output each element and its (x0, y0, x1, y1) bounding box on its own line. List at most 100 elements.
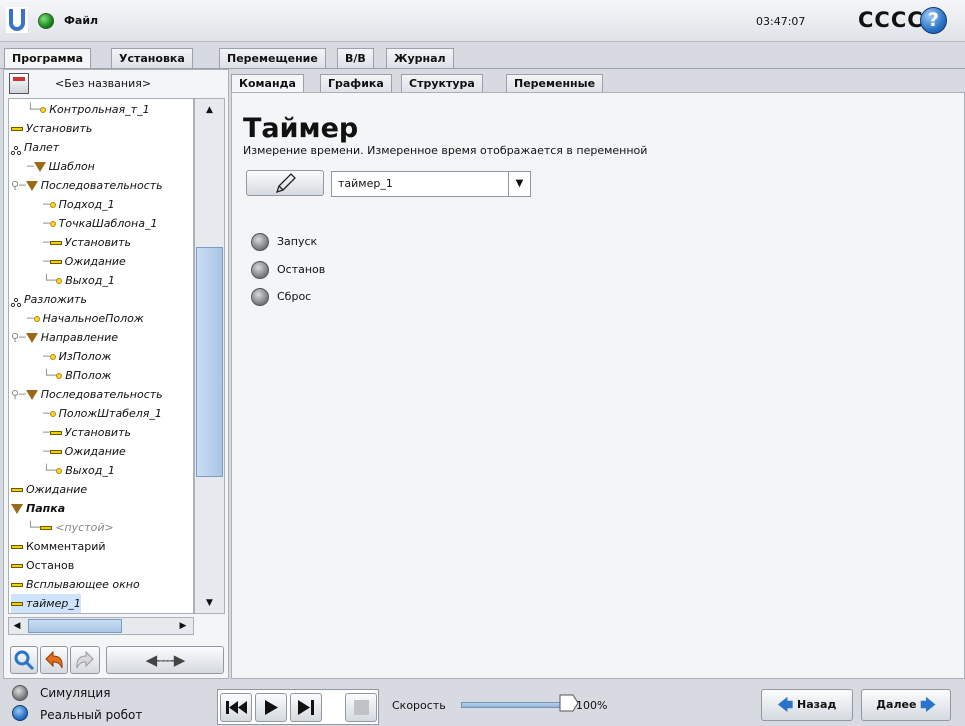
tree-node-label: Ожидание (64, 255, 126, 268)
command-node-icon (11, 602, 23, 606)
simulation-radio-icon[interactable] (12, 685, 28, 701)
tree-node[interactable]: ─ ТочкаШаблона_1 (43, 214, 157, 233)
tree-node-label: Последовательность (40, 388, 163, 401)
scroll-down-icon[interactable]: ▼ (196, 594, 223, 612)
tree-node[interactable]: Установить (11, 119, 92, 138)
command-node-icon (40, 526, 53, 530)
option-stop-label: Останов (277, 263, 326, 276)
tree-node-label: Выход_1 (65, 464, 115, 477)
tree-connector: ⚲─ (11, 179, 26, 192)
tree-node[interactable]: ─ ПоложШтабеля_1 (43, 404, 162, 423)
play-button[interactable] (255, 693, 287, 722)
tree-node-label: Папка (26, 502, 66, 515)
tree-node[interactable]: ⚲─ Последовательность (11, 385, 163, 404)
scroll-right-icon[interactable]: ▶ (176, 619, 190, 633)
tree-node[interactable]: ⚲─ Направление (11, 328, 118, 347)
tab-log[interactable]: Журнал (386, 48, 454, 68)
command-node-icon (49, 450, 62, 454)
stop-button[interactable] (345, 693, 377, 722)
speed-value: 100% (576, 699, 608, 712)
tree-connector: └─ (43, 464, 57, 477)
scroll-left-icon[interactable]: ◀ (10, 619, 24, 633)
tab-command[interactable]: Команда (231, 74, 304, 94)
save-program-icon[interactable] (9, 73, 29, 94)
radio-icon[interactable] (251, 288, 269, 306)
arrow-right-icon: 🡆 (920, 696, 936, 714)
pencil-icon (275, 173, 296, 194)
tree-node[interactable]: Разложить (10, 290, 87, 309)
tab-program[interactable]: Программа (4, 48, 92, 69)
tree-scroll-thumb[interactable] (196, 247, 223, 477)
robot-name: CCCC (858, 8, 924, 32)
tree-node[interactable]: Комментарий (11, 537, 106, 556)
tree-connector: └─ (43, 369, 57, 382)
tree-node[interactable]: ─ Подход_1 (43, 195, 115, 214)
file-menu[interactable]: Файл (64, 14, 98, 27)
undo-button[interactable] (40, 646, 68, 674)
tree-node[interactable]: └─ ВПолож (43, 366, 111, 385)
tree-node[interactable]: Всплывающее окно (11, 575, 140, 594)
tree-node[interactable]: Останов (11, 556, 74, 575)
redo-button[interactable] (70, 646, 100, 674)
tree-node[interactable]: ─ Установить (43, 423, 131, 442)
tree-node-label: ИзПолож (58, 350, 112, 363)
tree-node[interactable]: └─ Контрольная_т_1 (27, 100, 150, 119)
tree-connector: ─ (43, 198, 50, 211)
move-node-button[interactable]: ◀----▶ (106, 646, 224, 674)
search-button[interactable] (10, 646, 38, 674)
folder-node-icon (33, 162, 46, 172)
tree-node-label: Всплывающее окно (26, 578, 140, 591)
tree-node[interactable]: ─ Ожидание (43, 252, 126, 271)
tree-node[interactable]: ─ Установить (43, 233, 131, 252)
speed-slider[interactable] (461, 702, 569, 708)
skip-back-icon (226, 701, 247, 714)
back-button[interactable]: 🡄 Назад (761, 689, 853, 721)
folder-node-icon (11, 504, 23, 514)
tree-node[interactable]: ─ Ожидание (43, 442, 126, 461)
tree-node[interactable]: └─ <пустой> (27, 518, 114, 537)
tree-node[interactable]: Палет (10, 138, 59, 157)
tab-installation[interactable]: Установка (111, 48, 193, 68)
tree-node[interactable]: ⚲─ Последовательность (11, 176, 163, 195)
scroll-up-icon[interactable]: ▲ (196, 100, 223, 120)
clock: 03:47:07 (756, 15, 806, 28)
waypoint-icon (40, 107, 47, 113)
skip-to-start-button[interactable] (220, 693, 252, 722)
tree-connector: └─ (27, 103, 41, 116)
tab-variables[interactable]: Переменные (506, 74, 604, 93)
tab-move[interactable]: Перемещение (219, 48, 326, 68)
real-robot-radio-icon[interactable] (12, 705, 28, 721)
tree-node-label: Подход_1 (58, 198, 115, 211)
radio-icon[interactable] (251, 261, 269, 279)
edit-variable-button[interactable] (246, 170, 324, 196)
tree-node[interactable]: ─ НачальноеПолож (27, 309, 144, 328)
next-button[interactable]: Далее 🡆 (861, 689, 951, 721)
folder-node-icon (25, 181, 38, 191)
simulation-label[interactable]: Симуляция (40, 686, 110, 700)
tree-node[interactable]: └─ Выход_1 (43, 461, 115, 480)
tree-node[interactable]: Папка (11, 499, 65, 518)
pallet-icon (10, 295, 22, 308)
tab-graphics[interactable]: Графика (320, 74, 392, 93)
tree-node-label: Шаблон (48, 160, 95, 173)
chevron-down-icon[interactable]: ▼ (508, 172, 530, 196)
tree-connector: ─ (43, 236, 50, 249)
tab-structure[interactable]: Структура (401, 74, 483, 93)
tree-node[interactable]: таймер_1 (11, 594, 81, 613)
tab-io[interactable]: В/В (337, 48, 374, 68)
tree-connector: ─ (43, 445, 50, 458)
program-tree[interactable]: └─ Контрольная_т_1 Установить Палет ─ Шаблон ⚲… (8, 98, 194, 614)
tree-hscroll-thumb[interactable] (28, 619, 122, 633)
step-button[interactable] (290, 693, 322, 722)
tree-node[interactable]: ─ ИзПолож (43, 347, 111, 366)
radio-icon[interactable] (251, 233, 269, 251)
tree-node-label: Разложить (24, 293, 87, 306)
real-robot-label[interactable]: Реальный робот (40, 708, 142, 722)
tree-node-label: <пустой> (55, 521, 114, 534)
tree-node-label: Установить (64, 426, 131, 439)
tree-node[interactable]: └─ Выход_1 (43, 271, 115, 290)
file-icon[interactable] (38, 13, 54, 29)
help-icon[interactable]: ? (920, 7, 947, 34)
tree-node[interactable]: ─ Шаблон (27, 157, 95, 176)
tree-node[interactable]: Ожидание (11, 480, 87, 499)
